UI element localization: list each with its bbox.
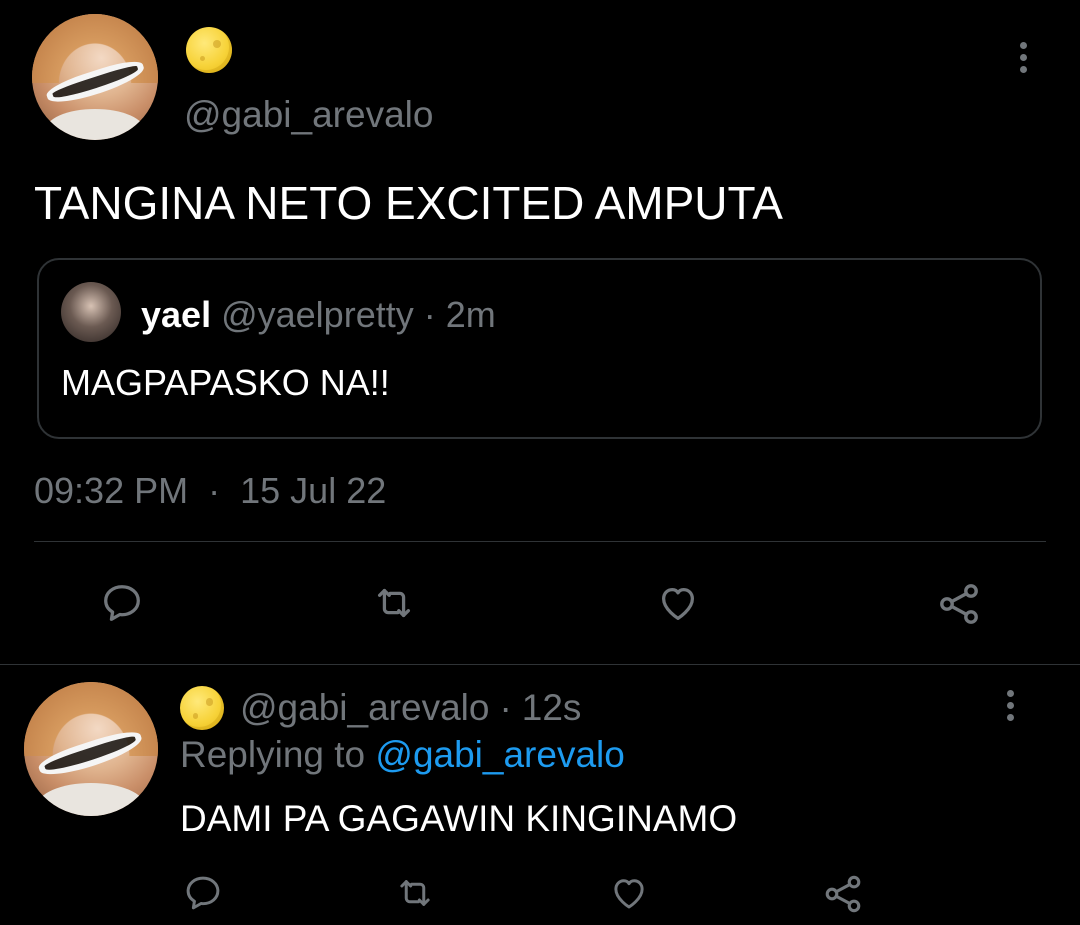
author-handle[interactable]: @gabi_arevalo	[184, 94, 433, 136]
quoted-time: 2m	[445, 294, 496, 335]
quoted-author-avatar[interactable]	[61, 282, 121, 342]
quoted-text: MAGPAPASKO NA!!	[61, 362, 390, 403]
like-icon[interactable]	[607, 872, 651, 914]
tweet-timestamp: 09:32 PM · 15 Jul 22	[34, 470, 386, 512]
tweet-time: 09:32 PM	[34, 470, 189, 511]
reply-icon[interactable]	[182, 872, 224, 914]
quoted-separator: ·	[423, 294, 436, 335]
moon-emoji-icon	[186, 27, 232, 73]
reply-icon[interactable]	[99, 580, 145, 626]
divider	[34, 541, 1046, 542]
reply-separator: ·	[499, 687, 512, 728]
quoted-author-name[interactable]: yael	[141, 294, 211, 335]
more-options-button[interactable]	[1016, 42, 1030, 78]
reply-author-handle[interactable]: @gabi_arevalo	[240, 687, 489, 729]
timestamp-separator: ·	[208, 470, 221, 511]
quoted-tweet[interactable]: yael @yaelpretty · 2m MAGPAPASKO NA!!	[37, 258, 1042, 439]
share-icon[interactable]	[934, 580, 984, 628]
quoted-author-line: yael @yaelpretty · 2m	[141, 294, 496, 336]
quoted-author-handle[interactable]: @yaelpretty	[221, 294, 414, 335]
moon-emoji-icon	[180, 686, 224, 730]
reply-author-avatar[interactable]	[24, 682, 158, 816]
divider	[0, 664, 1080, 665]
reply-more-options-button[interactable]	[1003, 690, 1017, 726]
like-icon[interactable]	[654, 580, 702, 626]
retweet-icon[interactable]	[370, 580, 418, 626]
retweet-icon[interactable]	[393, 872, 437, 914]
replying-to-line: Replying to @gabi_arevalo	[180, 734, 625, 776]
reply-header: @gabi_arevalo · 12s	[180, 685, 581, 731]
replying-to-handle[interactable]: @gabi_arevalo	[375, 734, 624, 775]
reply-time: 12s	[521, 687, 582, 728]
tweet-date: 15 Jul 22	[240, 470, 387, 511]
tweet-text: TANGINA NETO EXCITED AMPUTA	[34, 177, 783, 229]
replying-to-label: Replying to	[180, 734, 366, 775]
reply-text: DAMI PA GAGAWIN KINGINAMO	[180, 798, 738, 839]
share-icon[interactable]	[820, 872, 866, 916]
author-avatar[interactable]	[32, 14, 158, 140]
